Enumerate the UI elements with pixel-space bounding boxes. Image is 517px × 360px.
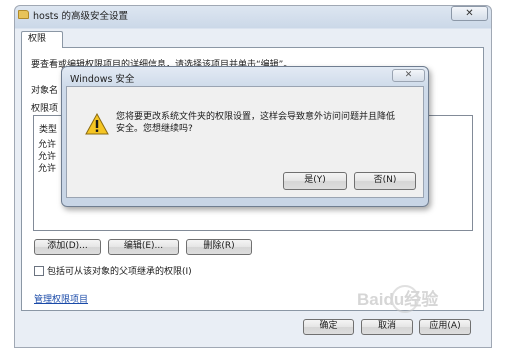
apply-button[interactable]: 应用(A) bbox=[419, 319, 471, 335]
window-title: hosts 的高级安全设置 bbox=[33, 11, 128, 22]
ok-button[interactable]: 确定 bbox=[303, 319, 354, 335]
dialog-title: Windows 安全 bbox=[70, 74, 135, 85]
warning-icon bbox=[85, 113, 109, 135]
delete-button[interactable]: 删除(R) bbox=[186, 239, 252, 255]
window-close-button[interactable]: ✕ bbox=[451, 6, 488, 21]
add-button[interactable]: 添加(D)... bbox=[34, 239, 101, 255]
dialog-message: 您将要更改系统文件夹的权限设置，这样会导致意外访问问题并且降低 安全。您想继续吗… bbox=[116, 111, 396, 135]
folder-icon bbox=[18, 10, 29, 19]
inherit-permissions-checkbox[interactable] bbox=[34, 266, 44, 276]
dialog-message-line: 您将要更改系统文件夹的权限设置，这样会导致意外访问问题并且降低 bbox=[116, 112, 396, 122]
yes-button[interactable]: 是(Y) bbox=[283, 172, 347, 190]
no-button[interactable]: 否(N) bbox=[354, 172, 416, 190]
tab-permissions[interactable]: 权限 bbox=[21, 31, 63, 48]
inherit-permissions-label: 包括可从该对象的父项继承的权限(I) bbox=[47, 267, 192, 277]
column-header-type[interactable]: 类型 bbox=[39, 122, 57, 135]
object-name-label: 对象名 bbox=[31, 86, 59, 96]
cancel-button[interactable]: 取消 bbox=[361, 319, 413, 335]
permission-entries-label: 权限项 bbox=[31, 104, 59, 114]
table-row[interactable]: 允许 bbox=[38, 161, 56, 174]
dialog-close-button[interactable]: ✕ bbox=[392, 69, 425, 82]
dialog-message-line: 安全。您想继续吗? bbox=[116, 124, 193, 134]
baidu-watermark: Baidu经验 bbox=[357, 285, 439, 313]
manage-permissions-link[interactable]: 管理权限项目 bbox=[34, 292, 88, 305]
watermark-text: Baidu经验 bbox=[357, 289, 439, 309]
edit-button[interactable]: 编辑(E)... bbox=[108, 239, 179, 255]
